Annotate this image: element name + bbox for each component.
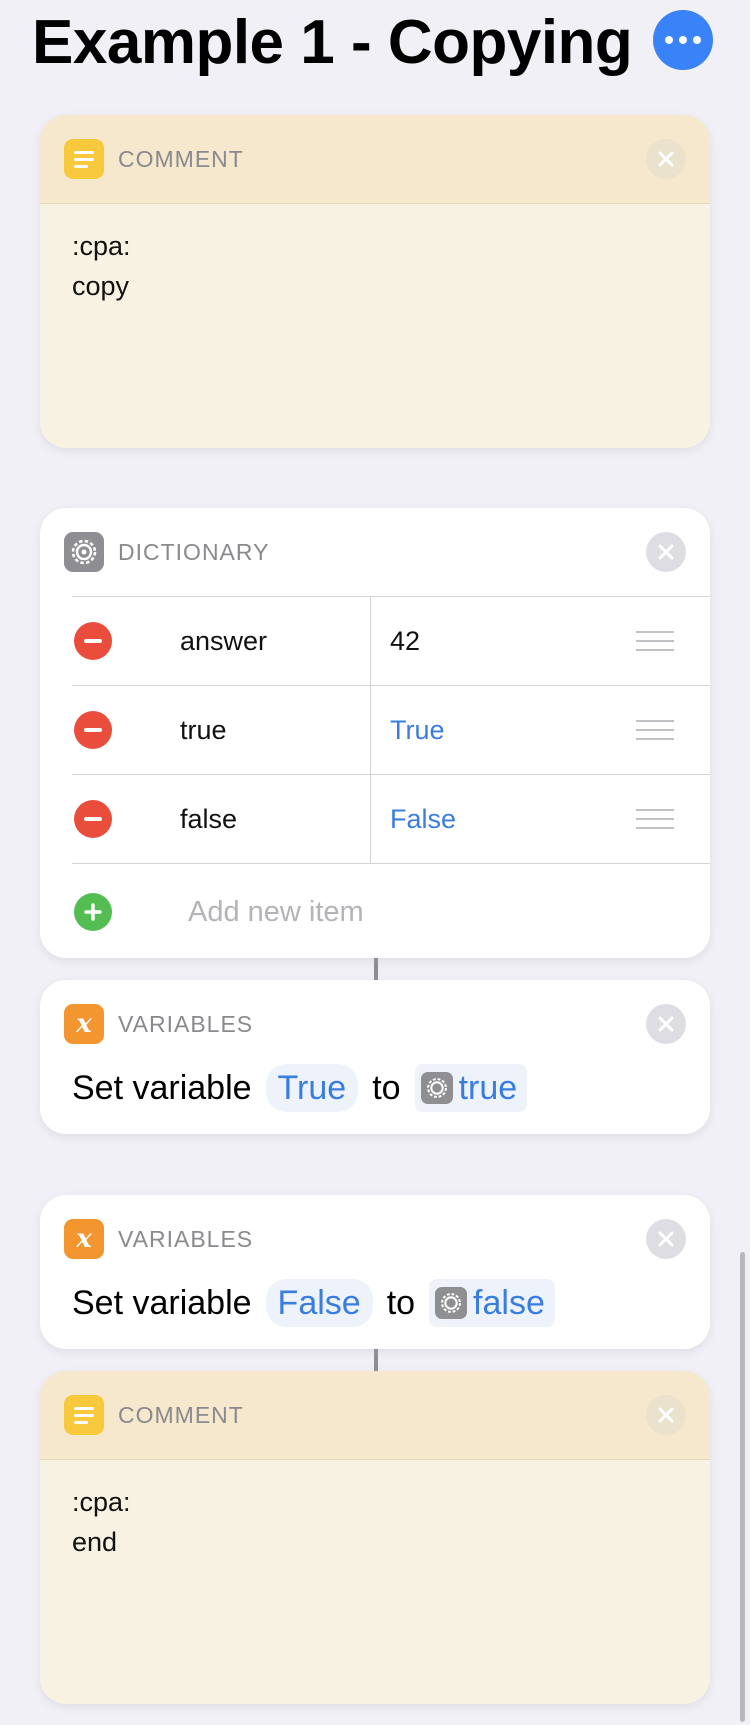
close-icon [658,1407,674,1423]
column-divider [370,686,371,774]
dictionary-value-field[interactable]: 42 [390,597,420,685]
comment-lines-icon [64,1395,104,1435]
dictionary-key-field[interactable]: false [180,775,237,863]
dictionary-row: true True [72,685,710,774]
set-variable-sentence: Set variable False to false [72,1275,569,1331]
comment-action-card[interactable]: COMMENT :cpa: end [40,1371,710,1704]
add-new-item-row[interactable]: Add new item [72,863,710,958]
remove-action-button[interactable] [646,1004,686,1044]
dictionary-value-field[interactable]: True [390,686,445,774]
comment-line: copy [72,271,130,301]
comment-text-field[interactable]: :cpa: copy [40,204,710,328]
reorder-handle-icon[interactable] [636,631,674,651]
set-variable-action-card[interactable]: x VARIABLES Set variable True to true [40,980,710,1134]
add-new-item-label: Add new item [188,896,364,928]
dictionary-row: answer 42 [72,596,710,685]
card-header: COMMENT [40,115,710,204]
plus-icon [84,903,102,921]
set-variable-action-card[interactable]: x VARIABLES Set variable False to false [40,1195,710,1349]
remove-action-button[interactable] [646,1219,686,1259]
variable-name-token[interactable]: False [265,1279,373,1327]
to-text: to [372,1068,401,1107]
remove-item-button[interactable] [74,711,112,749]
flow-connector [374,958,378,980]
card-header: x VARIABLES [40,980,710,1068]
vertical-scrollbar[interactable] [740,1252,745,1722]
action-label: COMMENT [118,146,244,172]
set-variable-sentence: Set variable True to true [72,1060,541,1116]
to-text: to [386,1283,416,1322]
page-title: Example 1 - Copying [32,8,633,77]
close-icon [658,1016,674,1032]
remove-action-button[interactable] [646,1395,686,1435]
dictionary-row: false False [72,774,710,863]
set-variable-text: Set variable [72,1283,252,1322]
comment-line: end [72,1527,118,1557]
minus-icon [84,817,102,821]
comment-line: :cpa: [72,231,131,261]
close-icon [658,544,674,560]
remove-item-button[interactable] [74,622,112,660]
dictionary-value-field[interactable]: False [390,775,456,863]
column-divider [370,775,371,863]
action-label: DICTIONARY [118,539,270,565]
gear-icon [420,1072,453,1104]
add-item-button[interactable] [74,893,112,931]
action-label: VARIABLES [118,1226,254,1252]
set-variable-text: Set variable [72,1068,252,1107]
comment-lines-icon [64,139,104,179]
reorder-handle-icon[interactable] [636,809,674,829]
gear-icon [64,532,104,572]
column-divider [370,597,371,685]
ellipsis-icon [665,36,673,44]
variable-value-text: true [458,1069,518,1107]
dictionary-key-field[interactable]: true [180,686,227,774]
flow-connector [374,1349,378,1371]
comment-action-card[interactable]: COMMENT :cpa: copy [40,115,710,448]
variable-x-icon: x [64,1219,104,1259]
close-icon [658,1231,674,1247]
variable-x-icon: x [64,1004,104,1044]
gear-icon [435,1287,468,1319]
variable-name-token[interactable]: True [265,1064,359,1112]
action-label: COMMENT [118,1402,244,1428]
remove-action-button[interactable] [646,532,686,572]
action-label: VARIABLES [118,1011,254,1037]
card-header: x VARIABLES [40,1195,710,1283]
variable-value-token[interactable]: true [414,1064,528,1112]
dictionary-action-card[interactable]: DICTIONARY answer 42 true True false Fal… [40,508,710,958]
variable-value-text: false [473,1284,545,1322]
variable-value-token[interactable]: false [429,1279,555,1327]
minus-icon [84,639,102,643]
minus-icon [84,728,102,732]
remove-item-button[interactable] [74,800,112,838]
card-header: COMMENT [40,1371,710,1460]
more-options-button[interactable] [653,10,713,70]
comment-line: :cpa: [72,1487,131,1517]
reorder-handle-icon[interactable] [636,720,674,740]
card-header: DICTIONARY [40,508,710,596]
close-icon [658,151,674,167]
comment-text-field[interactable]: :cpa: end [40,1460,710,1584]
remove-action-button[interactable] [646,139,686,179]
dictionary-key-field[interactable]: answer [180,597,267,685]
